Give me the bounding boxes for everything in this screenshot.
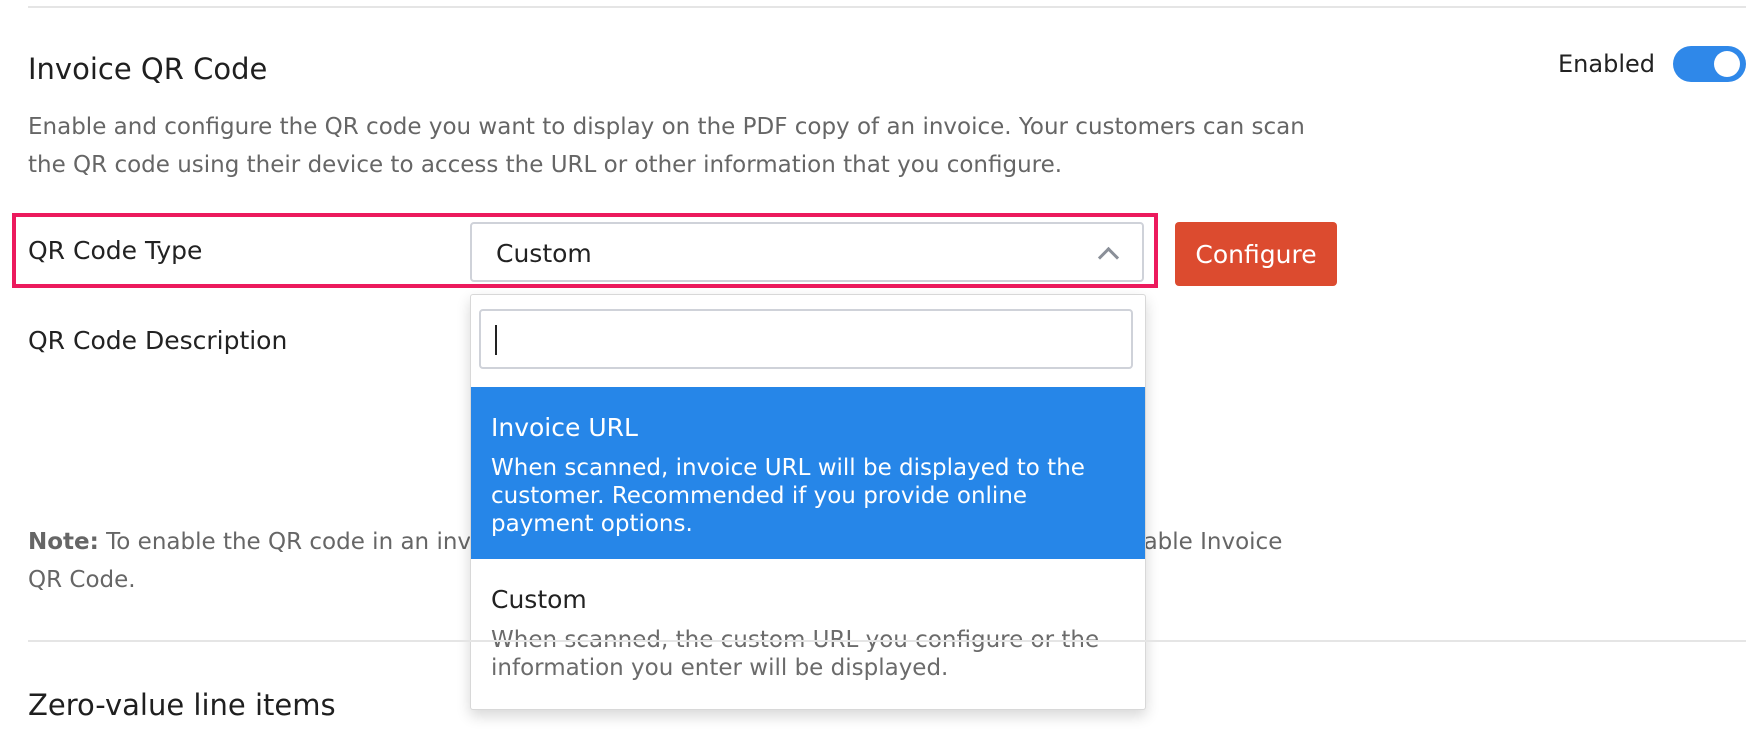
- qr-code-type-label: QR Code Type: [28, 236, 203, 265]
- option-description: When scanned, invoice URL will be displa…: [491, 455, 1085, 537]
- note-text-end: nable Invoice: [1129, 529, 1283, 555]
- dropdown-search-input[interactable]: [479, 309, 1133, 369]
- option-title: Invoice URL: [491, 413, 638, 442]
- selected-value: Custom: [496, 239, 592, 268]
- chevron-up-icon: [1097, 246, 1120, 269]
- section-title: Invoice QR Code: [28, 52, 268, 86]
- option-custom[interactable]: Custom When scanned, the custom URL you …: [471, 559, 1145, 707]
- toggle-label: Enabled: [1558, 50, 1655, 78]
- section-divider: [28, 640, 1746, 642]
- text-cursor: [495, 325, 497, 355]
- note-text-line2: QR Code.: [28, 567, 136, 593]
- toggle-knob: [1714, 51, 1740, 77]
- qr-code-type-select[interactable]: Custom: [470, 222, 1144, 282]
- option-invoice-url[interactable]: Invoice URL When scanned, invoice URL wi…: [471, 387, 1145, 559]
- configure-button[interactable]: Configure: [1175, 222, 1337, 286]
- enabled-toggle-group: Enabled: [1558, 46, 1746, 82]
- enabled-toggle[interactable]: [1673, 46, 1746, 82]
- zero-value-section-title: Zero-value line items: [28, 688, 336, 722]
- qr-code-description-label: QR Code Description: [28, 326, 288, 355]
- note-text-start: To enable the QR code in an invo: [106, 529, 486, 555]
- option-title: Custom: [491, 585, 587, 614]
- note-label: Note:: [28, 529, 99, 555]
- top-divider: [28, 6, 1746, 8]
- qr-type-dropdown: Invoice URL When scanned, invoice URL wi…: [470, 294, 1146, 710]
- section-description: Enable and configure the QR code you wan…: [28, 114, 1305, 178]
- option-description: When scanned, the custom URL you configu…: [491, 627, 1100, 681]
